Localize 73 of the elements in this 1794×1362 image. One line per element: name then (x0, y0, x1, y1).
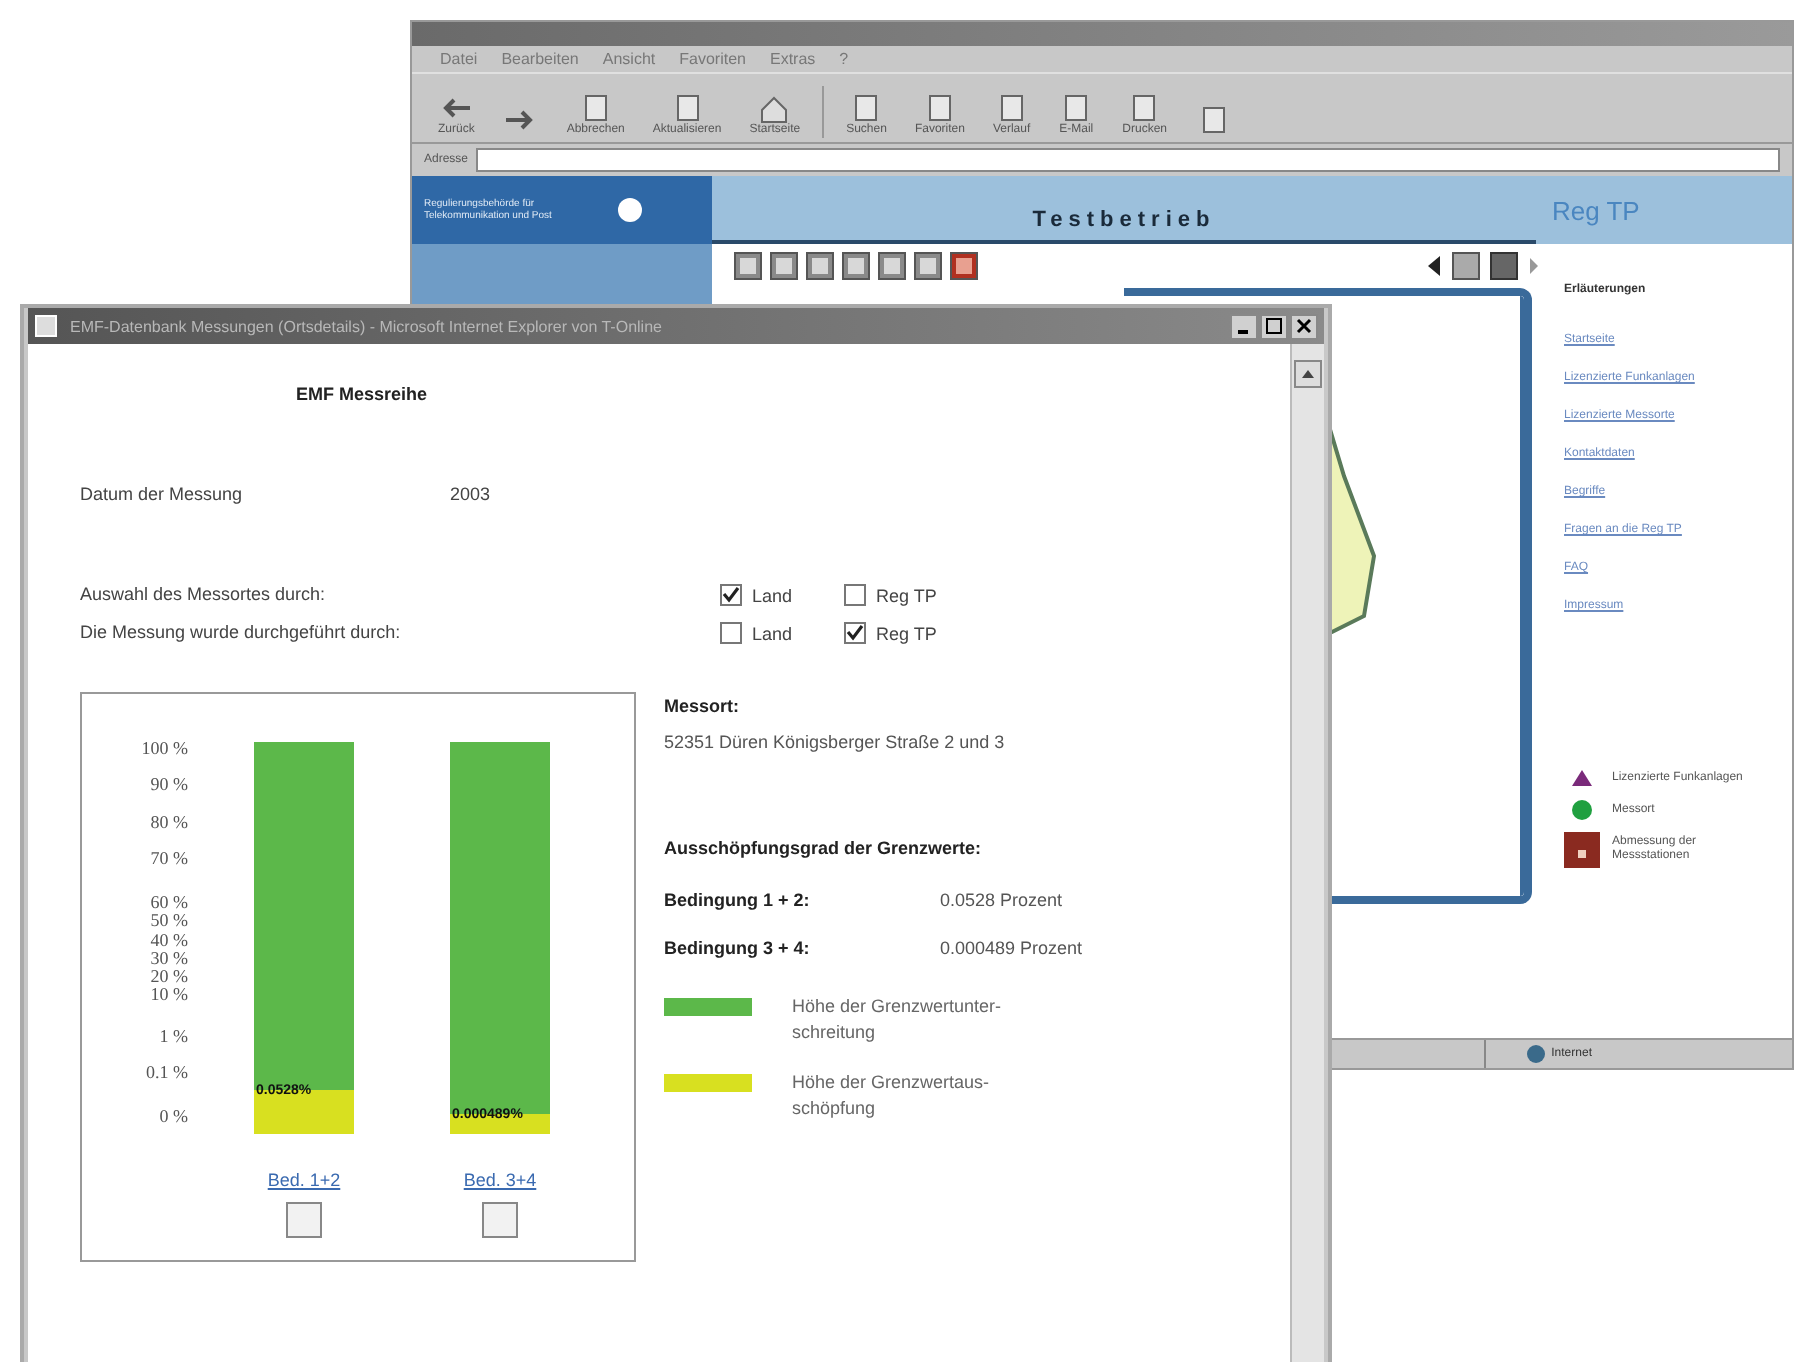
axis-label: 40 % (150, 929, 188, 952)
scrollbar[interactable] (1290, 344, 1324, 1362)
axis-label: 10 % (150, 984, 188, 1007)
checkbox-option[interactable]: Land (720, 584, 816, 606)
house-icon (756, 92, 793, 124)
bar-link[interactable]: Bed. 1+2 (267, 1170, 341, 1190)
checkbox[interactable] (482, 1202, 518, 1238)
tool-square-icon[interactable] (1452, 252, 1480, 280)
axis-label: 100 % (141, 738, 188, 760)
right-arrow-icon[interactable] (1528, 256, 1540, 276)
dot-icon (1570, 798, 1594, 822)
tool-square-icon[interactable] (806, 252, 834, 280)
legend-label: Höhe der Grenzwertunter- schreitung (792, 994, 1004, 1046)
checkbox-option[interactable]: Reg TP (844, 622, 940, 644)
tool-square-icon[interactable] (914, 252, 942, 280)
axis-label: 50 % (150, 910, 188, 933)
close-button[interactable] (1290, 313, 1318, 339)
condition-value: 0.0528 Prozent (940, 890, 1063, 910)
axis-label: 80 % (150, 811, 188, 834)
brand-name: Reg TP (1550, 195, 1640, 225)
menu-item[interactable]: Favoriten (679, 50, 746, 68)
axis-label: 0 % (159, 1106, 188, 1128)
axis-label: 60 % (150, 892, 188, 914)
menu-item[interactable]: Extras (769, 50, 816, 68)
address-field[interactable] (476, 148, 1780, 172)
axis-label: 20 % (150, 966, 188, 988)
condition-value: 0.000489 Prozent (940, 938, 1083, 958)
tool-square-icon[interactable] (878, 252, 906, 280)
checkbox[interactable] (844, 622, 866, 644)
window-title: EMF-Datenbank Messungen (Ortsdetails) - Microsoft Internet Explorer von T-Online (70, 317, 662, 335)
tool-square-icon[interactable] (842, 252, 870, 280)
scroll-up-icon[interactable] (1294, 360, 1322, 388)
axis-label: 70 % (150, 848, 188, 871)
condition-label: Bedingung 1 + 2: (664, 890, 812, 910)
legend-label: Höhe der Grenzwertaus- schöpfung (792, 1070, 992, 1122)
page-heading: EMF Messreihe (296, 384, 430, 404)
section-label: Ausschöpfungsgrad der Grenzwerte: (664, 836, 984, 862)
checkbox[interactable] (844, 584, 866, 606)
maximize-icon (1266, 318, 1282, 334)
menu-item[interactable]: Bearbeiten (501, 50, 579, 68)
bar-link[interactable]: Bed. 3+4 (463, 1170, 537, 1190)
field-value: 2003 (450, 484, 491, 504)
page-icon (34, 314, 58, 338)
condition-label: Bedingung 3 + 4: (664, 938, 812, 958)
checkbox[interactable] (720, 622, 742, 644)
field-label: Datum der Messung (80, 484, 245, 504)
axis-label: 30 % (150, 947, 188, 970)
maximize-button[interactable] (1260, 313, 1288, 339)
field-label: Die Messung wurde durchgeführt durch: (80, 622, 403, 644)
circle-icon (616, 196, 644, 224)
triangle-icon (1570, 768, 1594, 788)
banner-title: Testbetrieb (1032, 208, 1216, 236)
square-icon (1564, 832, 1600, 868)
section-label: Messort: (664, 696, 742, 716)
axis-label: 0.1 % (146, 1061, 188, 1084)
menu-item[interactable]: Ansicht (602, 50, 656, 68)
square-icon[interactable] (950, 252, 978, 280)
menu-item[interactable]: Datei (440, 50, 478, 68)
left-arrow-icon[interactable] (1426, 254, 1442, 278)
close-icon (1296, 318, 1312, 334)
axis-label: 1 % (159, 1025, 188, 1048)
minimize-button[interactable] (1230, 313, 1258, 339)
tool-square-icon[interactable] (770, 252, 798, 280)
checkbox-option[interactable]: Land (720, 622, 816, 644)
axis-label: 90 % (150, 774, 188, 797)
field-label: Auswahl des Messortes durch: (80, 584, 328, 606)
site-address: 52351 Düren Königsberger Straße 2 und 3 (664, 732, 1007, 752)
tool-square-icon[interactable] (734, 252, 762, 280)
checkbox[interactable] (286, 1202, 322, 1238)
globe-icon (1525, 1044, 1546, 1064)
checkbox[interactable] (720, 584, 742, 606)
checkbox-option[interactable]: Reg TP (844, 584, 940, 606)
menu-item[interactable]: ? (839, 50, 849, 68)
